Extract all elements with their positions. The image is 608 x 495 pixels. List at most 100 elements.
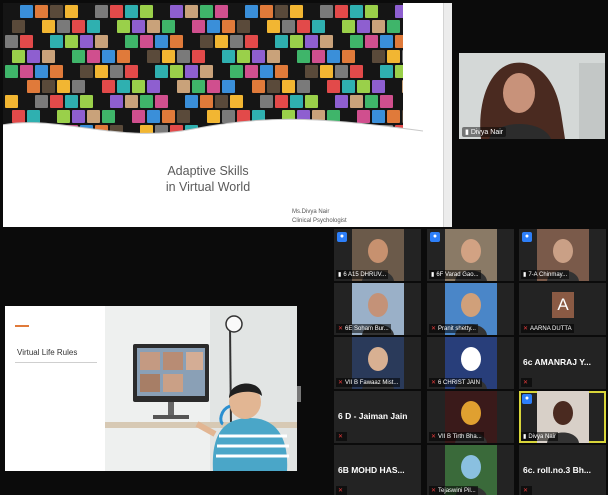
participant-tile[interactable]: ● ▮ Divya Nair: [519, 391, 606, 443]
mosaic-face-tile: [222, 20, 235, 33]
mosaic-face-tile: [147, 20, 160, 33]
signal-bars-icon: ▮: [431, 272, 435, 278]
mosaic-face-tile: [20, 35, 33, 48]
mosaic-face-tile: [95, 65, 108, 78]
participant-tile[interactable]: 6c. roll.no.3 Bh... ✕: [519, 445, 606, 495]
participant-name: 6F Varad Gao...: [436, 272, 479, 278]
participant-gallery: ● ▮ 6 A15 DHRUV... ● ▮ 6F Varad Gao... ● ▮ 7-A C…: [334, 229, 608, 495]
participant-name-label: ✕ 6E Soham Bur...: [336, 324, 391, 333]
mosaic-face-tile: [95, 35, 108, 48]
mosaic-face-tile: [297, 80, 310, 93]
participant-name-label: ✕ Tejaswini Pil...: [429, 486, 478, 495]
participant-name-label: ✕: [521, 486, 533, 495]
participant-name-label: ✕: [521, 378, 533, 387]
participant-tile[interactable]: ✕ 6E Soham Bur...: [334, 283, 421, 335]
mosaic-face-tile: [65, 65, 78, 78]
mosaic-face-tile: [102, 50, 115, 63]
signal-bars-icon: ▮: [523, 272, 527, 278]
mosaic-face-tile: [320, 95, 333, 108]
mosaic-face-tile: [335, 5, 348, 18]
mosaic-face-tile: [95, 95, 108, 108]
mosaic-face-tile: [215, 35, 228, 48]
mosaic-face-tile: [342, 20, 355, 33]
participant-tile[interactable]: ✕ VII B Fawaaz Mist...: [334, 337, 421, 389]
shared-slide-rules: Virtual Life Rules: [3, 228, 330, 494]
participant-tile[interactable]: 6 D - Jaiman Jain ✕: [334, 391, 421, 443]
mosaic-face-tile: [387, 80, 400, 93]
participant-tile[interactable]: ✕ Tejaswini Pil...: [427, 445, 514, 495]
mosaic-face-tile: [372, 80, 385, 93]
participant-tile[interactable]: 6c AMANRAJ Y... ✕: [519, 337, 606, 389]
mosaic-face-tile: [200, 95, 213, 108]
mosaic-face-tile: [275, 95, 288, 108]
mosaic-face-tile: [200, 65, 213, 78]
mosaic-face-tile: [297, 50, 310, 63]
speaker-video-tile[interactable]: ▮ Divya Nair: [459, 53, 605, 139]
participant-name: VII B Tirth Bha...: [438, 434, 482, 440]
participant-name-label: ✕ AARNA DUTTA: [521, 324, 574, 333]
mosaic-face-tile: [12, 20, 25, 33]
slide-wave-decoration: [3, 118, 423, 155]
microphone-muted-icon: ✕: [431, 488, 437, 494]
mosaic-face-tile: [380, 65, 393, 78]
participant-name: 6E Soham Bur...: [345, 326, 389, 332]
mosaic-face-tile: [237, 50, 250, 63]
mosaic-face-tile: [110, 65, 123, 78]
mosaic-face-tile: [102, 80, 115, 93]
microphone-icon: ●: [430, 232, 440, 242]
microphone-icon: ●: [522, 394, 532, 404]
slide-resize-handle[interactable]: [297, 386, 301, 402]
mosaic-face-tile: [57, 20, 70, 33]
participant-tile[interactable]: A ✕ AARNA DUTTA: [519, 283, 606, 335]
microphone-muted-icon: ✕: [523, 380, 529, 386]
participant-name-label: ▮ Divya Nair: [521, 432, 558, 441]
mosaic-face-tile: [230, 5, 243, 18]
mosaic-face-tile: [252, 80, 265, 93]
signal-bars-icon: ▮: [523, 434, 527, 440]
mosaic-face-tile: [230, 65, 243, 78]
participant-name-label: ✕ VII B Fawaaz Mist...: [336, 378, 401, 387]
microphone-muted-icon: ✕: [523, 326, 529, 332]
mosaic-face-tile: [245, 35, 258, 48]
participant-tile[interactable]: ● ▮ 7-A Chinmay...: [519, 229, 606, 281]
mosaic-face-tile: [275, 35, 288, 48]
mosaic-face-tile: [290, 95, 303, 108]
mosaic-face-tile: [140, 35, 153, 48]
mosaic-face-tile: [177, 80, 190, 93]
mosaic-face-tile: [192, 20, 205, 33]
mosaic-face-tile: [185, 65, 198, 78]
mosaic-face-tile: [27, 80, 40, 93]
mosaic-face-tile: [162, 20, 175, 33]
speaker-name-label: ▮ Divya Nair: [462, 127, 507, 137]
mosaic-face-tile: [357, 80, 370, 93]
mosaic-face-tile: [117, 50, 130, 63]
mosaic-face-tile: [117, 20, 130, 33]
participant-name-label: ✕ 6 CHRIST JAIN: [429, 378, 482, 387]
participant-display-name: 6c. roll.no.3 Bh...: [523, 465, 592, 475]
mosaic-face-tile: [402, 50, 403, 63]
mosaic-face-tile: [35, 65, 48, 78]
mosaic-face-tile: [200, 35, 213, 48]
participant-tile[interactable]: ● ▮ 6F Varad Gao...: [427, 229, 514, 281]
mosaic-face-tile: [72, 80, 85, 93]
mosaic-face-tile: [20, 65, 33, 78]
mosaic-face-tile: [237, 20, 250, 33]
participant-name-label: ✕ Pranit shetty...: [429, 324, 478, 333]
mosaic-face-tile: [215, 5, 228, 18]
participant-tile[interactable]: ✕ Pranit shetty...: [427, 283, 514, 335]
mosaic-face-tile: [50, 5, 63, 18]
mosaic-face-tile: [5, 95, 18, 108]
mosaic-face-tile: [132, 50, 145, 63]
mosaic-face-tile: [57, 80, 70, 93]
mosaic-face-tile: [305, 5, 318, 18]
participant-tile[interactable]: ● ▮ 6 A15 DHRUV...: [334, 229, 421, 281]
participant-tile[interactable]: 6B MOHD HAS... ✕: [334, 445, 421, 495]
participant-tile[interactable]: ✕ VII B Tirth Bha...: [427, 391, 514, 443]
mosaic-face-tile: [80, 5, 93, 18]
mosaic-face-tile: [275, 5, 288, 18]
mosaic-face-tile: [402, 80, 403, 93]
microphone-icon: ●: [337, 232, 347, 242]
mosaic-face-tile: [365, 5, 378, 18]
participant-tile[interactable]: ✕ 6 CHRIST JAIN: [427, 337, 514, 389]
slide-scrollbar[interactable]: [443, 3, 452, 227]
